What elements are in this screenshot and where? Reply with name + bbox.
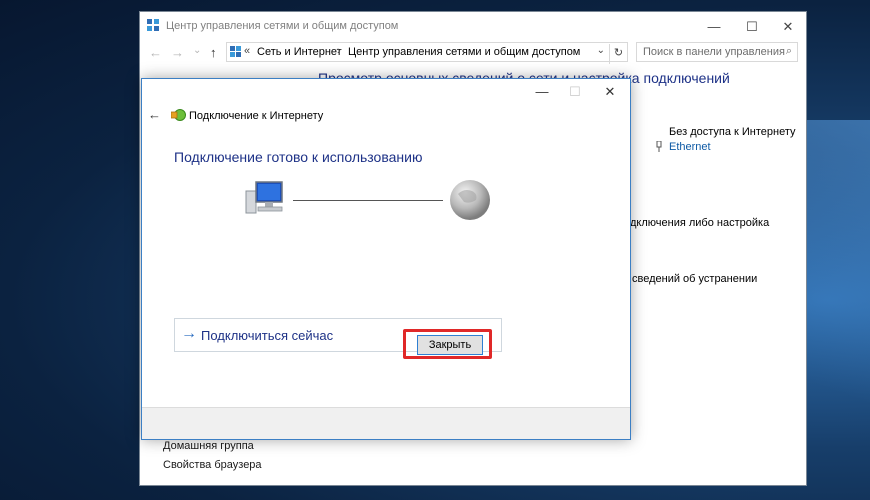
forward-arrow-icon[interactable]: → <box>171 45 184 60</box>
ethernet-icon <box>656 141 662 152</box>
dialog-maximize-button: ☐ <box>569 84 581 99</box>
troubleshoot-text: сведений об устранении <box>632 273 758 285</box>
breadcrumb-separator-icon[interactable]: › <box>337 45 341 57</box>
dialog-title: Подключение к Интернету <box>189 110 324 122</box>
search-placeholder: Поиск в панели управления <box>643 46 785 58</box>
internet-connection-dialog: — ☐ ✕ ← Подключение к Интернету Подключе… <box>141 78 631 440</box>
homegroup-link[interactable]: Домашняя группа <box>163 440 254 452</box>
search-input[interactable]: Поиск в панели управления ⌕ <box>636 42 798 62</box>
window-title: Центр управления сетями и общим доступом <box>166 20 399 32</box>
desktop-wallpaper-streak <box>800 120 870 500</box>
connection-ready-text: Подключение готово к использованию <box>174 149 423 165</box>
connection-line <box>293 200 443 201</box>
setup-connection-text: дключения либо настройка <box>630 217 770 229</box>
minimize-button[interactable]: — <box>694 12 734 41</box>
address-prefix: « <box>244 45 251 57</box>
close-button[interactable]: Закрыть <box>417 335 483 355</box>
internet-connection-icon <box>171 109 186 121</box>
search-icon[interactable]: ⌕ <box>786 45 792 58</box>
arrow-right-icon: → <box>181 325 197 342</box>
address-bar[interactable]: « Сеть и Интернет › Центр управления сет… <box>226 42 628 64</box>
recent-locations-icon[interactable]: ⌄ <box>193 45 201 56</box>
breadcrumb-network-center[interactable]: Центр управления сетями и общим доступом <box>348 46 580 58</box>
back-arrow-icon[interactable]: ← <box>149 45 162 60</box>
title-bar[interactable]: Центр управления сетями и общим доступом… <box>140 12 806 41</box>
globe-icon <box>450 180 490 220</box>
up-arrow-icon[interactable]: ↑ <box>210 45 217 60</box>
refresh-icon[interactable]: ↻ <box>609 44 627 64</box>
browser-properties-link[interactable]: Свойства браузера <box>163 459 262 471</box>
breadcrumb-network-internet[interactable]: Сеть и Интернет <box>257 46 342 58</box>
dialog-footer <box>142 407 630 439</box>
back-arrow-icon[interactable]: ← <box>148 107 161 122</box>
dialog-minimize-button[interactable]: — <box>524 79 560 105</box>
connect-now-label: Подключиться сейчас <box>201 328 334 343</box>
computer-icon <box>245 181 283 214</box>
chevron-down-icon[interactable]: ⌄ <box>597 45 605 56</box>
access-status-text: Без доступа к Интернету <box>669 126 796 138</box>
ethernet-link[interactable]: Ethernet <box>669 141 711 153</box>
network-center-icon <box>147 19 159 31</box>
close-window-button[interactable]: ✕ <box>768 12 808 41</box>
maximize-button[interactable]: ☐ <box>732 12 772 41</box>
dialog-close-button[interactable]: ✕ <box>592 79 628 105</box>
network-center-icon <box>230 46 241 57</box>
navigation-bar: ← → ⌄ ↑ « Сеть и Интернет › Центр управл… <box>140 41 806 65</box>
